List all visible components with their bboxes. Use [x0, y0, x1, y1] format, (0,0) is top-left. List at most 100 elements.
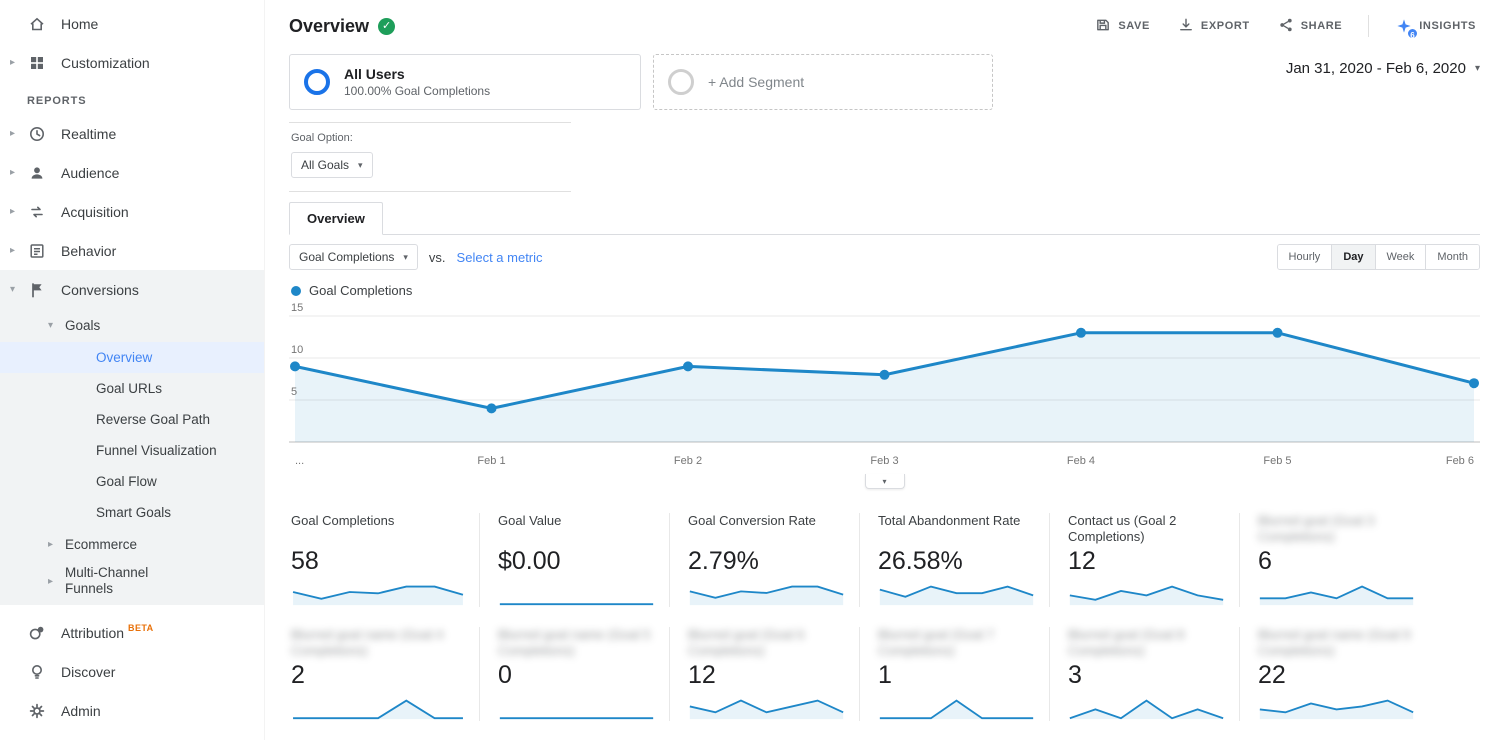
- sparkline-chart: [878, 695, 1035, 721]
- metric-card[interactable]: Goal Value $0.00: [479, 513, 669, 607]
- sidebar-item-customization[interactable]: Customization: [0, 43, 264, 82]
- metric-title: Blurred goal name (Goal 5 Completions): [498, 627, 655, 659]
- sidebar-item-ecommerce[interactable]: Ecommerce: [0, 528, 264, 561]
- metric-card[interactable]: Contact us (Goal 2 Completions) 12: [1049, 513, 1239, 607]
- sidebar-item-label: Acquisition: [61, 204, 129, 220]
- sidebar: Home Customization REPORTS Realtime Audi…: [0, 0, 265, 740]
- save-label: SAVE: [1118, 20, 1150, 32]
- sidebar-item-attribution[interactable]: Attribution BETA: [0, 613, 264, 652]
- sidebar-item-goals[interactable]: Goals: [0, 309, 264, 342]
- metric-card[interactable]: Goal Conversion Rate 2.79%: [669, 513, 859, 607]
- home-icon: [27, 14, 47, 34]
- attribution-icon: [27, 623, 47, 643]
- sidebar-item-admin[interactable]: Admin: [0, 691, 264, 730]
- date-range-label: Jan 31, 2020 - Feb 6, 2020: [1286, 60, 1466, 77]
- acquisition-icon: [27, 202, 47, 222]
- tab-overview[interactable]: Overview: [289, 202, 383, 235]
- share-label: SHARE: [1301, 20, 1343, 32]
- sidebar-item-label: Realtime: [61, 126, 116, 142]
- chevron-right-icon: [10, 245, 27, 256]
- chevron-down-icon: [48, 320, 65, 331]
- tab-bar: Overview: [289, 202, 1480, 235]
- sidebar-item-reverse-goal-path[interactable]: Reverse Goal Path: [0, 404, 264, 435]
- metric-card[interactable]: Blurred goal (Goal 3 Completions) 6: [1239, 513, 1429, 607]
- sparkline-chart: [878, 581, 1035, 607]
- granularity-month-button[interactable]: Month: [1425, 245, 1479, 269]
- metric-dropdown[interactable]: Goal Completions: [289, 244, 418, 270]
- select-metric-link[interactable]: Select a metric: [457, 250, 543, 265]
- sidebar-item-acquisition[interactable]: Acquisition: [0, 192, 264, 231]
- metric-card[interactable]: Goal Completions 58: [289, 513, 479, 607]
- metric-card[interactable]: Blurred goal name (Goal 4 Completions) 2: [289, 627, 479, 721]
- metric-card[interactable]: Blurred goal name (Goal 9 Completions) 2…: [1239, 627, 1429, 721]
- sidebar-item-label: Discover: [61, 664, 115, 680]
- x-tick-label: Feb 5: [1263, 455, 1291, 467]
- x-tick-label: Feb 6: [1446, 455, 1474, 467]
- sparkline-chart: [1068, 581, 1225, 607]
- sidebar-item-realtime[interactable]: Realtime: [0, 114, 264, 153]
- save-icon: [1095, 17, 1111, 36]
- sidebar-item-label: Goals: [65, 314, 100, 338]
- chart-controls: Goal Completions vs. Select a metric Hou…: [289, 235, 1480, 270]
- report-content: All Users 100.00% Goal Completions + Add…: [265, 52, 1500, 740]
- goal-completions-chart: 51015...Feb 1Feb 2Feb 3Feb 4Feb 5Feb 6: [289, 302, 1480, 474]
- metric-card[interactable]: Blurred goal (Goal 7 Completions) 1: [859, 627, 1049, 721]
- insights-button[interactable]: 6 INSIGHTS: [1393, 14, 1478, 39]
- metric-card[interactable]: Blurred goal name (Goal 5 Completions) 0: [479, 627, 669, 721]
- save-button[interactable]: SAVE: [1093, 13, 1152, 40]
- toolbar-actions: SAVE EXPORT SHARE 6 INSIGHTS: [1093, 13, 1478, 40]
- clock-icon: [27, 124, 47, 144]
- sidebar-item-goals-overview[interactable]: Overview: [0, 342, 264, 373]
- granularity-hourly-button[interactable]: Hourly: [1278, 245, 1332, 269]
- metric-value: 12: [688, 661, 845, 690]
- metric-value: 22: [1258, 661, 1415, 690]
- date-range-selector[interactable]: Jan 31, 2020 - Feb 6, 2020: [1286, 60, 1480, 77]
- x-tick-label: Feb 4: [1067, 455, 1095, 467]
- goal-option-label: Goal Option:: [291, 132, 571, 144]
- lightbulb-icon: [27, 662, 47, 682]
- export-button[interactable]: EXPORT: [1176, 13, 1252, 40]
- metric-title: Goal Completions: [291, 513, 465, 545]
- sidebar-item-smart-goals[interactable]: Smart Goals: [0, 497, 264, 528]
- show-table-toggle[interactable]: [865, 474, 905, 489]
- sparkline-chart: [1258, 695, 1415, 721]
- metric-card[interactable]: Blurred goal (Goal 8 Completions) 3: [1049, 627, 1239, 721]
- flag-icon: [27, 280, 47, 300]
- goal-option-panel: Goal Option: All Goals: [289, 122, 571, 192]
- segment-all-users[interactable]: All Users 100.00% Goal Completions: [289, 54, 641, 110]
- metric-title: Total Abandonment Rate: [878, 513, 1035, 545]
- x-tick-label: Feb 2: [674, 455, 702, 467]
- sidebar-item-conversions[interactable]: Conversions: [0, 270, 264, 309]
- sidebar-item-goal-urls[interactable]: Goal URLs: [0, 373, 264, 404]
- x-tick-label: Feb 3: [870, 455, 898, 467]
- sidebar-item-behavior[interactable]: Behavior: [0, 231, 264, 270]
- insights-label: INSIGHTS: [1419, 20, 1476, 32]
- granularity-day-button[interactable]: Day: [1331, 245, 1374, 269]
- share-button[interactable]: SHARE: [1276, 13, 1345, 40]
- goal-option-dropdown[interactable]: All Goals: [291, 152, 373, 178]
- beta-badge: BETA: [128, 623, 153, 633]
- sidebar-item-label: Attribution: [61, 625, 124, 641]
- sidebar-item-label: Smart Goals: [96, 502, 171, 524]
- metric-value: 2: [291, 661, 465, 690]
- sidebar-item-multi-channel-funnels[interactable]: Multi-Channel Funnels: [0, 561, 264, 601]
- sparkline-chart: [291, 695, 465, 721]
- add-segment-button[interactable]: + Add Segment: [653, 54, 993, 110]
- sidebar-item-audience[interactable]: Audience: [0, 153, 264, 192]
- reports-section-label: REPORTS: [0, 82, 264, 114]
- granularity-week-button[interactable]: Week: [1375, 245, 1426, 269]
- sidebar-item-discover[interactable]: Discover: [0, 652, 264, 691]
- tab-label: Overview: [307, 211, 365, 226]
- sparkline-chart: [498, 695, 655, 721]
- sidebar-item-label: Ecommerce: [65, 533, 137, 557]
- granularity-toggle: Hourly Day Week Month: [1277, 244, 1480, 270]
- person-icon: [27, 163, 47, 183]
- sidebar-item-home[interactable]: Home: [0, 4, 264, 43]
- metric-card[interactable]: Blurred goal (Goal 6 Completions) 12: [669, 627, 859, 721]
- metric-card[interactable]: Total Abandonment Rate 26.58%: [859, 513, 1049, 607]
- sidebar-item-funnel-visualization[interactable]: Funnel Visualization: [0, 435, 264, 466]
- export-label: EXPORT: [1201, 20, 1250, 32]
- sidebar-item-goal-flow[interactable]: Goal Flow: [0, 466, 264, 497]
- chevron-right-icon: [10, 167, 27, 178]
- chevron-right-icon: [10, 128, 27, 139]
